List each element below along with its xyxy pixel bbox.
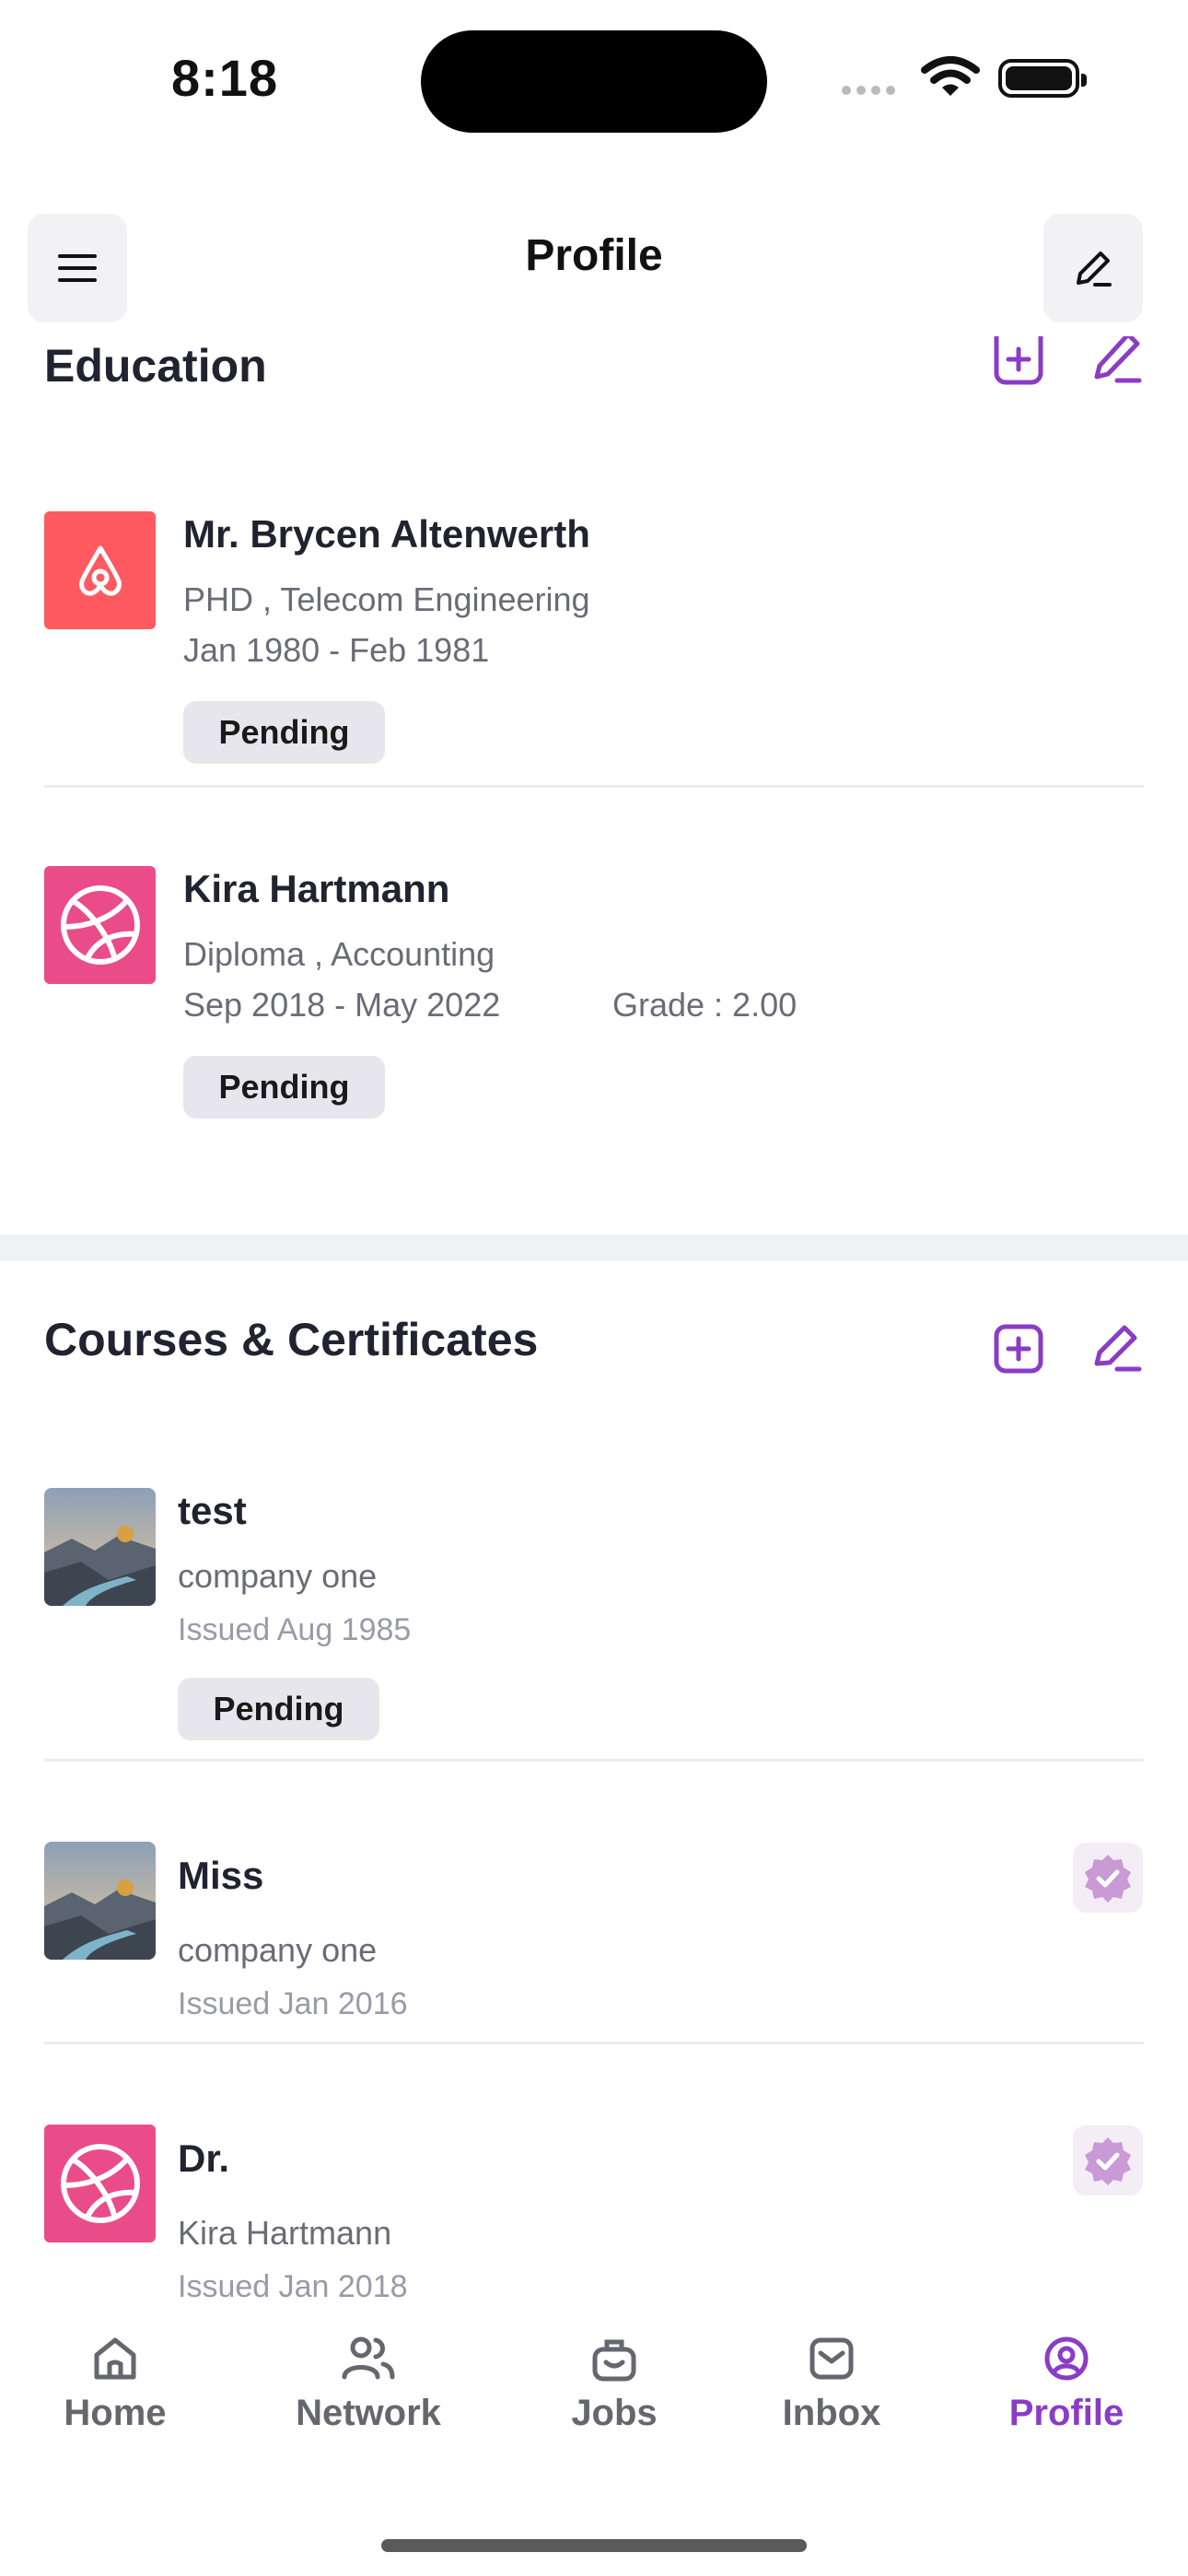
verified-badge-icon xyxy=(1073,2125,1143,2195)
add-square-icon xyxy=(994,1324,1043,1374)
date-range: Jan 1980 - Feb 1981 xyxy=(183,631,490,669)
landscape-photo xyxy=(44,1842,156,1960)
degree: PHD , Telecom Engineering xyxy=(183,580,590,618)
nav-label: Home xyxy=(64,2393,167,2433)
nav-jobs[interactable]: Jobs xyxy=(541,2335,688,2434)
divider xyxy=(44,2042,1144,2044)
course-item[interactable]: test company one Issued Aug 1985 Pending xyxy=(0,1474,1188,1751)
issuer: Kira Hartmann xyxy=(178,2214,392,2252)
status-badge: Pending xyxy=(183,701,385,764)
nav-label: Profile xyxy=(1008,2393,1124,2433)
education-item[interactable]: Mr. Brycen Altenwerth PHD , Telecom Engi… xyxy=(0,498,1188,774)
home-icon xyxy=(94,2337,136,2380)
dribbble-icon xyxy=(44,2125,156,2242)
nav-network[interactable]: Network xyxy=(285,2335,451,2434)
date-range: Sep 2018 - May 2022 xyxy=(183,986,501,1024)
nav-inbox[interactable]: Inbox xyxy=(758,2335,905,2434)
add-education-button[interactable] xyxy=(986,330,1051,385)
jobs-icon xyxy=(592,2339,636,2382)
add-square-icon xyxy=(994,336,1043,385)
courses-title: Courses & Certificates xyxy=(44,1314,539,1365)
bottom-nav: Home Network Jobs Inbox Profile xyxy=(0,2303,1188,2576)
institution-name: Mr. Brycen Altenwerth xyxy=(183,512,590,556)
network-icon xyxy=(342,2336,395,2380)
nav-label: Inbox xyxy=(782,2393,881,2433)
dribbble-icon xyxy=(44,866,156,984)
landscape-photo xyxy=(44,1488,156,1606)
nav-home[interactable]: Home xyxy=(37,2335,193,2434)
pencil-icon xyxy=(1077,252,1112,287)
nav-profile[interactable]: Profile xyxy=(993,2335,1140,2434)
dynamic-island xyxy=(421,30,767,133)
divider xyxy=(44,785,1144,788)
edit-profile-button[interactable] xyxy=(1043,214,1143,322)
section-separator xyxy=(0,1235,1188,1260)
profile-icon xyxy=(1044,2336,1089,2381)
pencil-icon xyxy=(1094,1325,1142,1372)
wifi-icon xyxy=(921,56,980,96)
issuer: company one xyxy=(178,1931,378,1969)
edit-course-button[interactable] xyxy=(1085,1317,1149,1381)
inbox-icon xyxy=(809,2337,854,2380)
nav-label: Jobs xyxy=(571,2393,658,2433)
status-badge: Pending xyxy=(183,1056,385,1118)
status-badge: Pending xyxy=(178,1678,379,1740)
signal-dots-icon xyxy=(842,83,901,100)
issued-date: Issued Jan 2018 xyxy=(178,2269,408,2304)
edit-education-button[interactable] xyxy=(1085,330,1149,385)
education-item[interactable]: Kira Hartmann Diploma , Accounting Sep 2… xyxy=(0,852,1188,1129)
nav-label: Network xyxy=(296,2393,441,2433)
battery-icon xyxy=(998,59,1087,98)
add-course-button[interactable] xyxy=(986,1317,1051,1381)
issuer: company one xyxy=(178,1557,378,1595)
page-title: Profile xyxy=(525,231,663,280)
status-time: 8:18 xyxy=(171,49,279,107)
verified-badge-icon xyxy=(1073,1843,1143,1913)
education-title: Education xyxy=(44,340,267,385)
issued-date: Issued Aug 1985 xyxy=(178,1612,412,1647)
institution-name: Kira Hartmann xyxy=(183,867,450,910)
course-name: test xyxy=(178,1489,247,1532)
issued-date: Issued Jan 2016 xyxy=(178,1986,408,2021)
home-indicator xyxy=(381,2539,807,2552)
course-name: Dr. xyxy=(178,2137,230,2180)
pencil-icon xyxy=(1094,336,1142,383)
education-header-clip: Education xyxy=(0,330,1188,385)
course-name: Miss xyxy=(178,1854,264,1897)
degree: Diploma , Accounting xyxy=(183,935,495,973)
airbnb-icon xyxy=(44,511,156,629)
divider xyxy=(44,1759,1144,1762)
course-item[interactable]: Dr. Kira Hartmann Issued Jan 2018 xyxy=(0,2111,1188,2313)
course-item[interactable]: Miss company one Issued Jan 2016 xyxy=(0,1828,1188,2031)
grade: Grade : 2.00 xyxy=(612,986,798,1024)
